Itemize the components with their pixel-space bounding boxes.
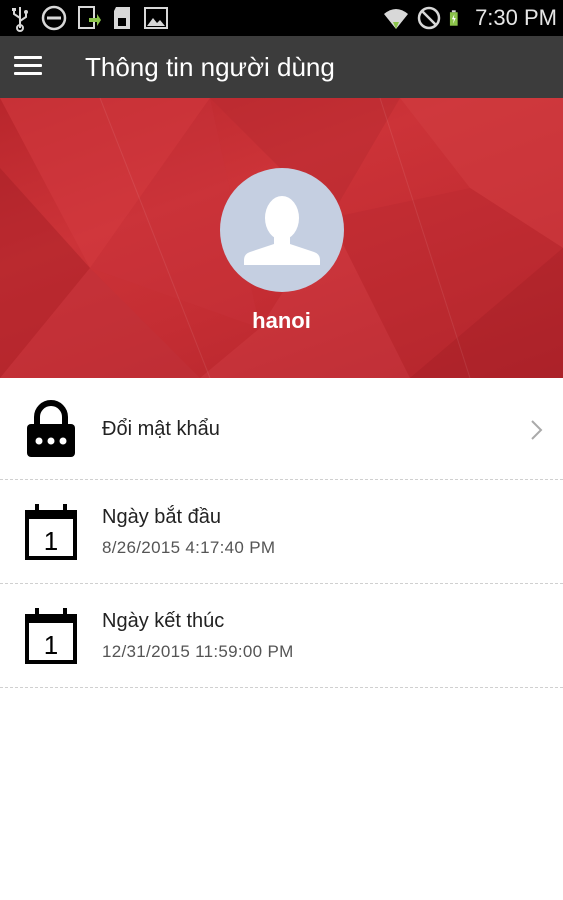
calendar-day: 1 — [44, 630, 58, 660]
status-time: 7:30 PM — [475, 5, 557, 30]
wifi-icon — [384, 9, 409, 29]
end-date-item: 1 Ngày kết thúc 12/31/2015 11:59:00 PM — [0, 584, 563, 688]
user-silhouette-icon — [244, 196, 320, 265]
status-bar-notifications — [6, 4, 170, 32]
calendar-icon: 1 — [25, 608, 77, 664]
download-icon — [78, 6, 101, 29]
status-bar-system: 7:30 PM — [382, 4, 557, 32]
lock-icon — [27, 400, 75, 457]
hamburger-menu-icon[interactable] — [12, 52, 46, 82]
start-date-value: 8/26/2015 4:17:40 PM — [102, 538, 276, 557]
sd-card-icon — [114, 7, 130, 29]
end-date-value: 12/31/2015 11:59:00 PM — [102, 642, 294, 661]
usb-icon — [12, 7, 28, 32]
status-bar: 7:30 PM — [0, 0, 563, 36]
change-password-label: Đổi mật khẩu — [102, 418, 220, 440]
chevron-right-icon — [531, 420, 543, 440]
do-not-disturb-icon — [41, 5, 67, 31]
change-password-item[interactable]: Đổi mật khẩu — [0, 378, 563, 480]
start-date-item: 1 Ngày bắt đầu 8/26/2015 4:17:40 PM — [0, 480, 563, 584]
avatar[interactable] — [220, 168, 344, 292]
end-date-label: Ngày kết thúc — [102, 610, 225, 632]
profile-header: hanoi — [0, 98, 563, 378]
no-signal-icon — [417, 6, 441, 30]
username: hanoi — [252, 308, 311, 333]
calendar-day: 1 — [44, 526, 58, 556]
page-title: Thông tin người dùng — [85, 52, 335, 82]
user-info-list: Đổi mật khẩu 1 Ngày bắt đầu 8/26/2015 4:… — [0, 378, 563, 688]
calendar-icon: 1 — [25, 504, 77, 560]
start-date-label: Ngày bắt đầu — [102, 506, 221, 528]
image-icon — [144, 7, 168, 29]
action-bar: Thông tin người dùng — [0, 36, 563, 98]
battery-charging-icon — [449, 10, 458, 26]
